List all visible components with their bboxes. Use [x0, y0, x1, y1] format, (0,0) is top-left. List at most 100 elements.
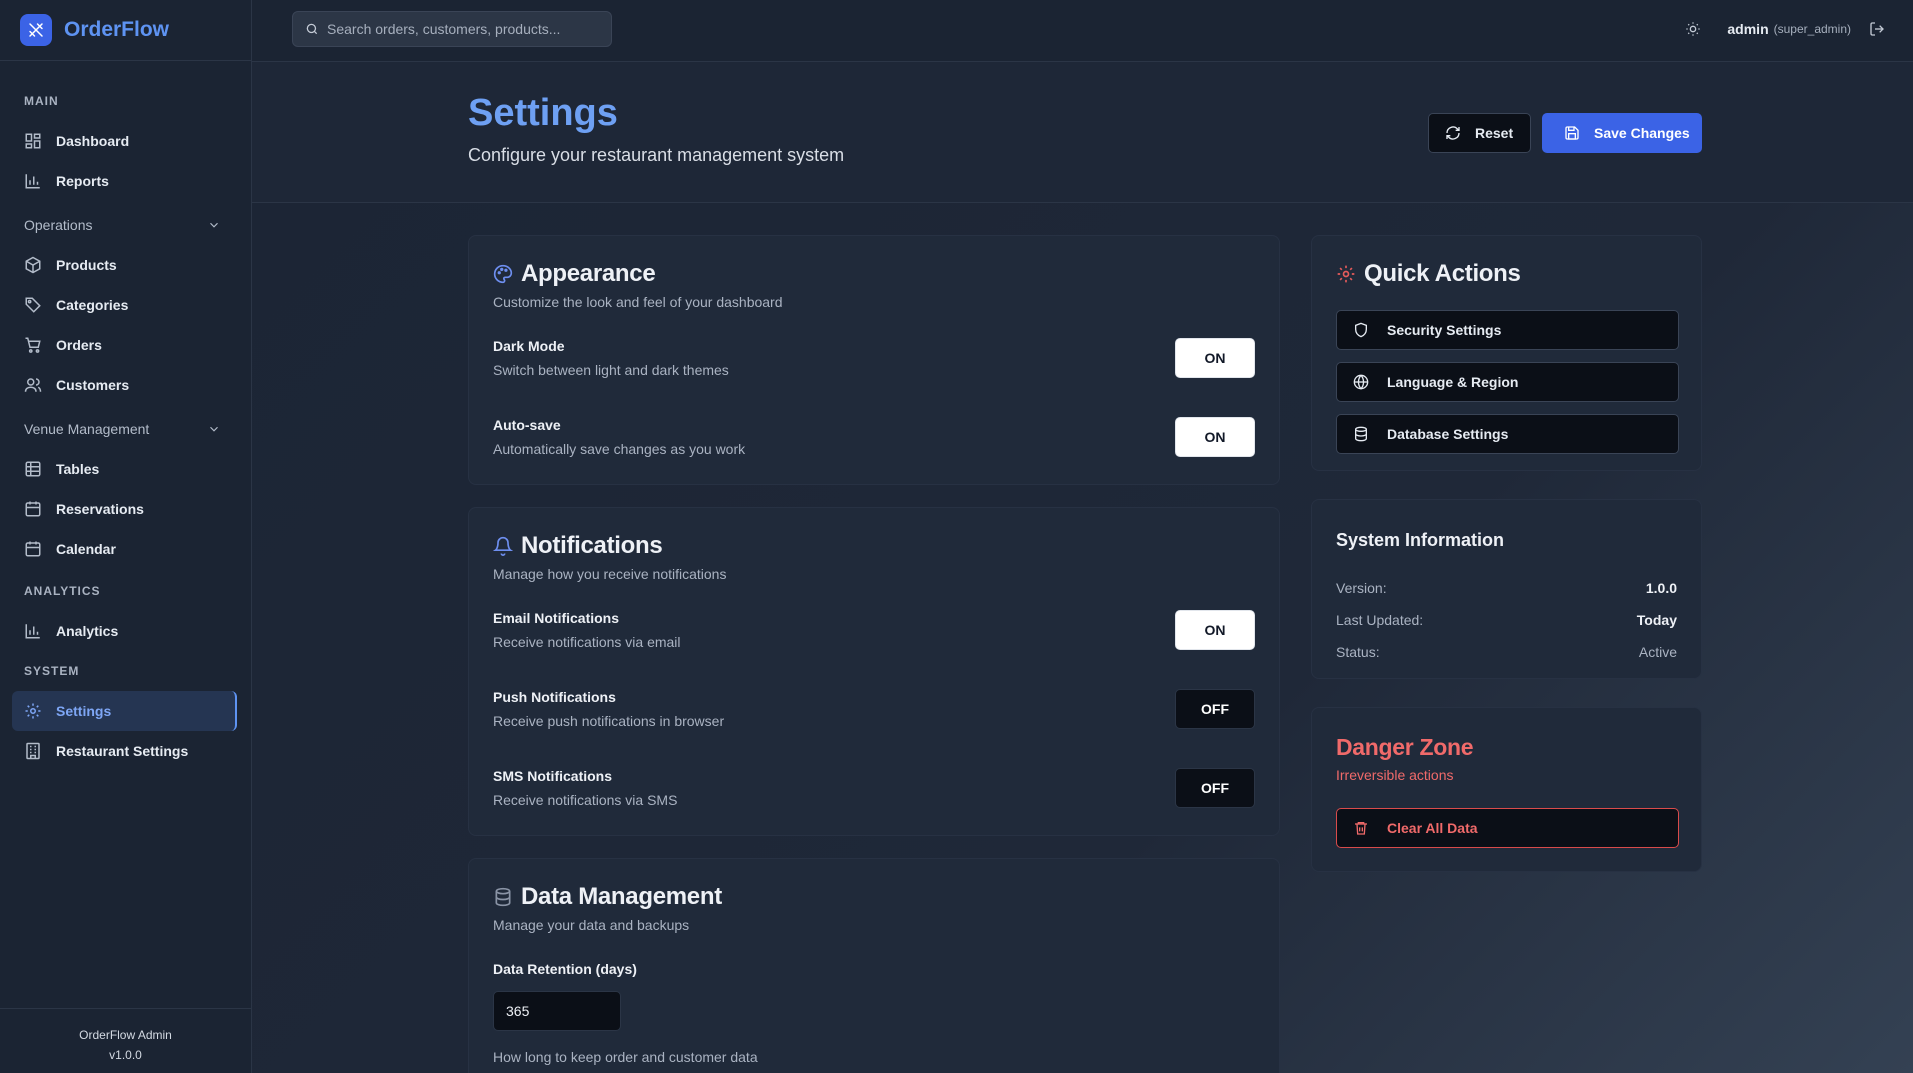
- data-management-card: Data Management Manage your data and bac…: [468, 858, 1280, 1073]
- search-input[interactable]: [327, 21, 597, 37]
- sidebar-item-categories[interactable]: Categories: [12, 285, 237, 325]
- system-info-title: System Information: [1336, 530, 1505, 550]
- data-retention-input[interactable]: [493, 991, 621, 1031]
- sidebar: OrderFlow MAIN Dashboard Reports Operati…: [0, 0, 252, 1073]
- status-key: Status:: [1336, 644, 1380, 660]
- shield-icon: [1353, 322, 1369, 338]
- sidebar-item-products[interactable]: Products: [12, 245, 237, 285]
- chevron-down-icon: [207, 422, 221, 436]
- sidebar-item-label: Settings: [56, 703, 112, 719]
- danger-zone-card: Danger Zone Irreversible actions Clear A…: [1311, 707, 1702, 872]
- appearance-card: Appearance Customize the look and feel o…: [468, 235, 1280, 485]
- globe-icon: [1353, 374, 1369, 390]
- appearance-desc: Customize the look and feel of your dash…: [493, 294, 783, 310]
- sidebar-nav: MAIN Dashboard Reports Operations Produc…: [0, 61, 251, 771]
- users-icon: [24, 376, 42, 394]
- nav-section-analytics: ANALYTICS: [24, 584, 101, 598]
- sidebar-item-analytics[interactable]: Analytics: [12, 611, 237, 651]
- database-settings-label: Database Settings: [1387, 426, 1509, 442]
- user-role: (super_admin): [1773, 22, 1851, 36]
- security-settings-button[interactable]: Security Settings: [1336, 310, 1679, 350]
- sidebar-item-reservations[interactable]: Reservations: [12, 489, 237, 529]
- sidebar-item-customers[interactable]: Customers: [12, 365, 237, 405]
- save-button[interactable]: Save Changes: [1542, 113, 1702, 153]
- last-updated-value: Today: [1636, 612, 1677, 628]
- database-settings-button[interactable]: Database Settings: [1336, 414, 1679, 454]
- email-notifications-desc: Receive notifications via email: [493, 634, 681, 650]
- save-button-label: Save Changes: [1594, 125, 1690, 141]
- sidebar-footer: OrderFlow Admin v1.0.0: [0, 1008, 251, 1073]
- sidebar-item-label: Reports: [56, 173, 109, 189]
- sms-notifications-label: SMS Notifications: [493, 768, 613, 784]
- sidebar-item-settings[interactable]: Settings: [12, 691, 237, 731]
- sidebar-item-label: Products: [56, 257, 117, 273]
- language-region-label: Language & Region: [1387, 374, 1519, 390]
- data-retention-help: How long to keep order and customer data: [493, 1049, 758, 1065]
- nav-group-operations[interactable]: Operations: [0, 205, 251, 245]
- sidebar-item-orders[interactable]: Orders: [12, 325, 237, 365]
- palette-icon: [493, 264, 513, 284]
- security-settings-label: Security Settings: [1387, 322, 1502, 338]
- clear-all-data-label: Clear All Data: [1387, 820, 1478, 836]
- dark-mode-label: Dark Mode: [493, 338, 565, 354]
- sidebar-item-label: Customers: [56, 377, 130, 393]
- notifications-desc: Manage how you receive notifications: [493, 566, 727, 582]
- footer-version: v1.0.0: [109, 1048, 142, 1062]
- sidebar-item-dashboard[interactable]: Dashboard: [12, 121, 237, 161]
- data-management-desc: Manage your data and backups: [493, 917, 690, 933]
- auto-save-desc: Automatically save changes as you work: [493, 441, 746, 457]
- page-title: Settings: [468, 92, 618, 134]
- page-header: Settings Configure your restaurant manag…: [252, 62, 1913, 203]
- tag-icon: [24, 296, 42, 314]
- status-value: Active: [1638, 644, 1677, 660]
- search-box[interactable]: [292, 11, 612, 47]
- sidebar-item-label: Reservations: [56, 501, 144, 517]
- trash-icon: [1353, 820, 1369, 836]
- sms-notifications-row: SMS Notifications Receive notifications …: [493, 768, 1255, 812]
- push-notifications-row: Push Notifications Receive push notifica…: [493, 689, 1255, 733]
- sms-notifications-desc: Receive notifications via SMS: [493, 792, 678, 808]
- utensils-logo-icon: [20, 14, 52, 46]
- gear-icon: [1336, 264, 1356, 284]
- gear-icon: [24, 702, 42, 720]
- logout-icon[interactable]: [1869, 21, 1885, 37]
- language-region-button[interactable]: Language & Region: [1336, 362, 1679, 402]
- topbar-right: admin (super_admin): [1685, 0, 1885, 58]
- database-icon: [493, 887, 513, 907]
- sidebar-item-label: Analytics: [56, 623, 119, 639]
- save-icon: [1564, 125, 1580, 141]
- version-value: 1.0.0: [1645, 580, 1677, 596]
- sms-notifications-toggle[interactable]: OFF: [1175, 768, 1255, 808]
- system-info-card: System Information Version: 1.0.0 Last U…: [1311, 499, 1702, 679]
- sidebar-item-restaurant-settings[interactable]: Restaurant Settings: [12, 731, 237, 771]
- sidebar-item-calendar[interactable]: Calendar: [12, 529, 237, 569]
- sun-icon[interactable]: [1685, 21, 1701, 37]
- auto-save-toggle[interactable]: ON: [1175, 417, 1255, 457]
- sidebar-item-label: Categories: [56, 297, 129, 313]
- calendar-icon: [24, 540, 42, 558]
- reset-button[interactable]: Reset: [1428, 113, 1531, 153]
- nav-section-system: SYSTEM: [24, 664, 80, 678]
- reset-button-label: Reset: [1475, 125, 1514, 141]
- database-icon: [1353, 426, 1369, 442]
- sidebar-item-label: Orders: [56, 337, 102, 353]
- push-notifications-toggle[interactable]: OFF: [1175, 689, 1255, 729]
- nav-group-label: Venue Management: [24, 421, 150, 437]
- brand[interactable]: OrderFlow: [0, 0, 251, 61]
- dark-mode-desc: Switch between light and dark themes: [493, 362, 729, 378]
- refresh-icon: [1445, 125, 1461, 141]
- bar-chart-icon: [24, 622, 42, 640]
- nav-group-venue[interactable]: Venue Management: [0, 409, 251, 449]
- email-notifications-toggle[interactable]: ON: [1175, 610, 1255, 650]
- brand-name: OrderFlow: [64, 18, 170, 41]
- sidebar-item-reports[interactable]: Reports: [12, 161, 237, 201]
- building-icon: [24, 742, 42, 760]
- bar-chart-icon: [24, 172, 42, 190]
- sidebar-item-tables[interactable]: Tables: [12, 449, 237, 489]
- bell-icon: [493, 536, 513, 556]
- clear-all-data-button[interactable]: Clear All Data: [1336, 808, 1679, 848]
- info-row-updated: Last Updated: Today: [1336, 612, 1677, 628]
- dark-mode-toggle[interactable]: ON: [1175, 338, 1255, 378]
- danger-zone-desc: Irreversible actions: [1336, 767, 1454, 783]
- email-notifications-label: Email Notifications: [493, 610, 620, 626]
